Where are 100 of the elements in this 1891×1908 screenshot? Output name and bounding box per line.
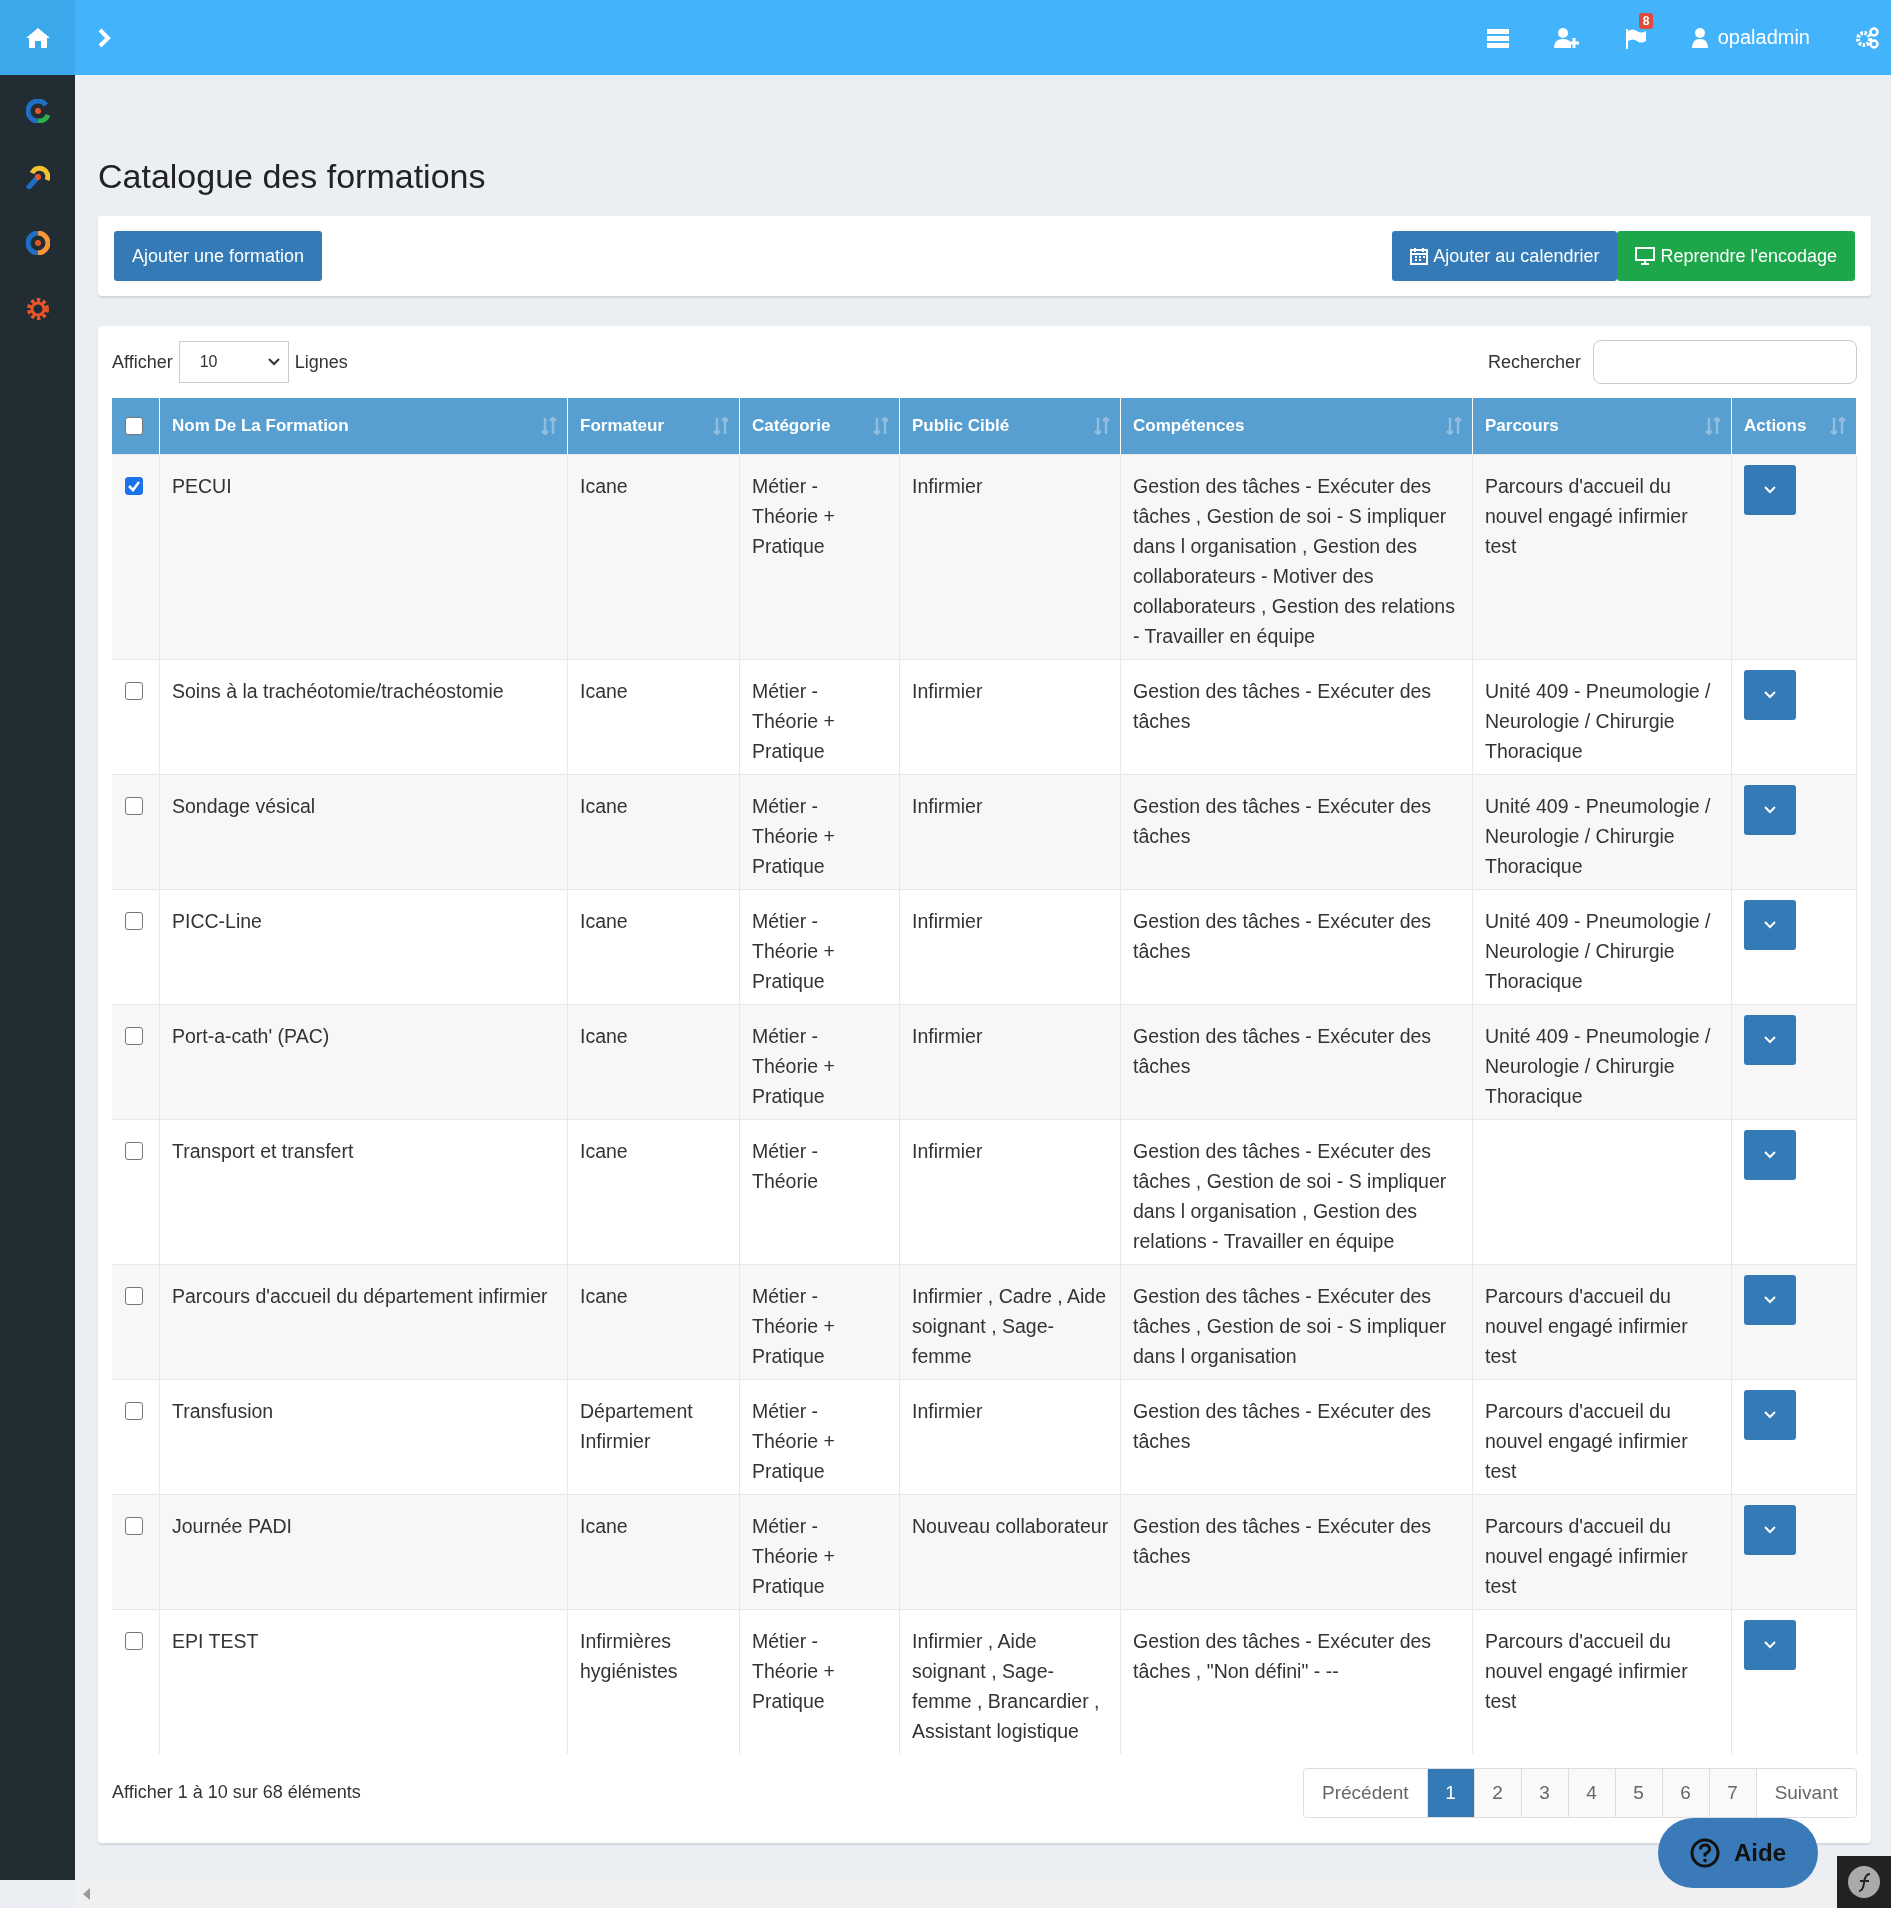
table-cell: Gestion des tâches - Exécuter des tâches , Gestion de soi - S impliquer dans l organisation , Gestion des relations - Travailler en équipe — [1133, 1139, 1447, 1252]
column-header[interactable]: Nom De La Formation — [172, 415, 349, 436]
actions-dropdown-button[interactable] — [1744, 1619, 1796, 1670]
add-user-icon[interactable] — [1553, 27, 1580, 48]
table-cell: Département Infirmier — [580, 1399, 693, 1452]
table-info: Afficher 1 à 10 sur 68 éléments — [112, 1782, 361, 1803]
checkbox[interactable] — [125, 1141, 143, 1160]
checkbox[interactable] — [125, 416, 143, 435]
next-page-button[interactable]: Suivant — [1755, 1768, 1856, 1817]
table-cell: Infirmier , Cadre , Aide soignant , Sage-femme — [912, 1284, 1106, 1367]
page-button[interactable]: 6 — [1661, 1768, 1709, 1817]
ring-logo-icon[interactable] — [25, 231, 50, 255]
caret-icon — [1764, 690, 1776, 699]
scroll-left-icon[interactable] — [83, 1888, 91, 1900]
table-cell: Icane — [580, 1024, 628, 1047]
flag-icon[interactable] — [1624, 26, 1647, 49]
actions-dropdown-button[interactable] — [1744, 899, 1796, 950]
table-cell: Parcours d'accueil du nouvel engagé infirmier test — [1485, 474, 1688, 557]
table-cell: Gestion des tâches - Exécuter des tâches — [1133, 794, 1432, 847]
table-cell: Unité 409 - Pneumologie / Neurologie / Chirurgie Thoracique — [1485, 679, 1711, 762]
c-logo-icon[interactable] — [25, 99, 50, 123]
actions-dropdown-button[interactable] — [1744, 1129, 1796, 1180]
actions-dropdown-button[interactable] — [1744, 1389, 1796, 1440]
help-button[interactable]: Aide — [1658, 1818, 1818, 1888]
column-header[interactable]: Public Ciblé — [912, 415, 1010, 436]
checkbox[interactable] — [125, 1286, 143, 1305]
table-cell: Transfusion — [172, 1399, 274, 1422]
caret-icon — [1764, 1150, 1776, 1159]
actions-dropdown-button[interactable] — [1744, 1504, 1796, 1555]
table-cell: EPI TEST — [172, 1629, 259, 1652]
page-button[interactable]: 5 — [1614, 1768, 1662, 1817]
search-field[interactable] — [1593, 340, 1857, 384]
table-cell: Gestion des tâches - Exécuter des tâches — [1133, 1399, 1432, 1452]
table-cell: Unité 409 - Pneumologie / Neurologie / Chirurgie Thoracique — [1485, 909, 1711, 992]
table-cell: Parcours d'accueil du nouvel engagé infirmier test — [1485, 1399, 1688, 1482]
user-menu[interactable]: opaladmin — [1691, 26, 1810, 49]
settings-icon[interactable] — [1855, 26, 1879, 49]
notification-badge: 8 — [1638, 12, 1654, 29]
table-cell: Métier - Théorie + Pratique — [752, 1284, 835, 1367]
actions-dropdown-button[interactable] — [1744, 669, 1796, 720]
column-header[interactable]: Actions — [1744, 415, 1807, 436]
actions-dropdown-button[interactable] — [1744, 464, 1796, 515]
table-cell: Unité 409 - Pneumologie / Neurologie / Chirurgie Thoracique — [1485, 794, 1711, 877]
checkbox[interactable] — [125, 1401, 143, 1420]
settings-icon[interactable] — [25, 297, 50, 321]
table-cell: Métier - Théorie + Pratique — [752, 794, 835, 877]
table-cell: Métier - Théorie + Pratique — [752, 1514, 835, 1597]
caret-icon — [1764, 485, 1776, 494]
page-button[interactable]: 7 — [1708, 1768, 1756, 1817]
table-cell: Sondage vésical — [172, 794, 316, 817]
checkbox[interactable] — [125, 1026, 143, 1045]
table-cell: Gestion des tâches - Exécuter des tâches — [1133, 909, 1432, 962]
caret-icon — [267, 358, 280, 366]
resume-encoding-button[interactable]: Reprendre l'encodage — [1617, 231, 1855, 281]
column-header[interactable]: Parcours — [1485, 415, 1559, 436]
home-icon — [24, 26, 51, 49]
checkbox[interactable] — [125, 796, 143, 815]
table-cell: Infirmier — [912, 1139, 983, 1162]
table-cell: Icane — [580, 474, 628, 497]
caret-icon — [1764, 805, 1776, 814]
table-cell: Gestion des tâches - Exécuter des tâches — [1133, 1514, 1432, 1567]
table-cell: Nouveau collaborateur — [912, 1514, 1109, 1537]
user-icon — [1691, 27, 1708, 48]
add-training-button[interactable]: Ajouter une formation — [114, 231, 323, 281]
page-title: Catalogue des formations — [98, 157, 487, 196]
column-header[interactable]: Formateur — [580, 415, 665, 436]
monitor-icon — [1635, 247, 1656, 265]
arc-logo-icon[interactable] — [25, 165, 50, 189]
rows-label: Lignes — [294, 351, 348, 373]
table-cell: Gestion des tâches - Exécuter des tâches — [1133, 1024, 1432, 1077]
page-button[interactable]: 3 — [1520, 1768, 1568, 1817]
actions-dropdown-button[interactable] — [1744, 1274, 1796, 1325]
checkbox[interactable] — [125, 681, 143, 700]
table-cell: Métier - Théorie + Pratique — [752, 679, 835, 762]
caret-icon — [1764, 1640, 1776, 1649]
column-header[interactable]: Compétences — [1133, 415, 1245, 436]
caret-icon — [1764, 920, 1776, 929]
chevron-right-icon[interactable] — [97, 27, 111, 48]
table-cell: Soins à la trachéotomie/trachéostomie — [172, 679, 504, 702]
page-button[interactable]: 2 — [1473, 1768, 1521, 1817]
actions-dropdown-button[interactable] — [1744, 784, 1796, 835]
search-label: Rechercher — [1487, 351, 1581, 373]
checkbox[interactable] — [125, 1516, 143, 1535]
table-cell: Icane — [580, 1284, 628, 1307]
page-button[interactable]: 4 — [1567, 1768, 1615, 1817]
table-cell: Parcours d'accueil du nouvel engagé infirmier test — [1485, 1284, 1688, 1367]
page-button[interactable]: 1 — [1426, 1768, 1474, 1817]
checkbox[interactable] — [125, 911, 143, 930]
table-cell: Infirmier — [912, 1399, 983, 1422]
table-cell: Métier - Théorie + Pratique — [752, 1399, 835, 1482]
table-cell: Transport et transfert — [172, 1139, 354, 1162]
home-button[interactable] — [0, 0, 75, 75]
column-header[interactable]: Catégorie — [752, 415, 831, 436]
page-size-select[interactable]: 10 — [178, 341, 289, 383]
checkbox[interactable] — [125, 1631, 143, 1650]
checkbox[interactable] — [125, 476, 143, 495]
server-icon[interactable] — [1486, 27, 1509, 48]
add-to-calendar-button[interactable]: Ajouter au calendrier — [1392, 231, 1618, 281]
actions-dropdown-button[interactable] — [1744, 1014, 1796, 1065]
debug-toolbar-icon[interactable] — [1837, 1856, 1891, 1908]
